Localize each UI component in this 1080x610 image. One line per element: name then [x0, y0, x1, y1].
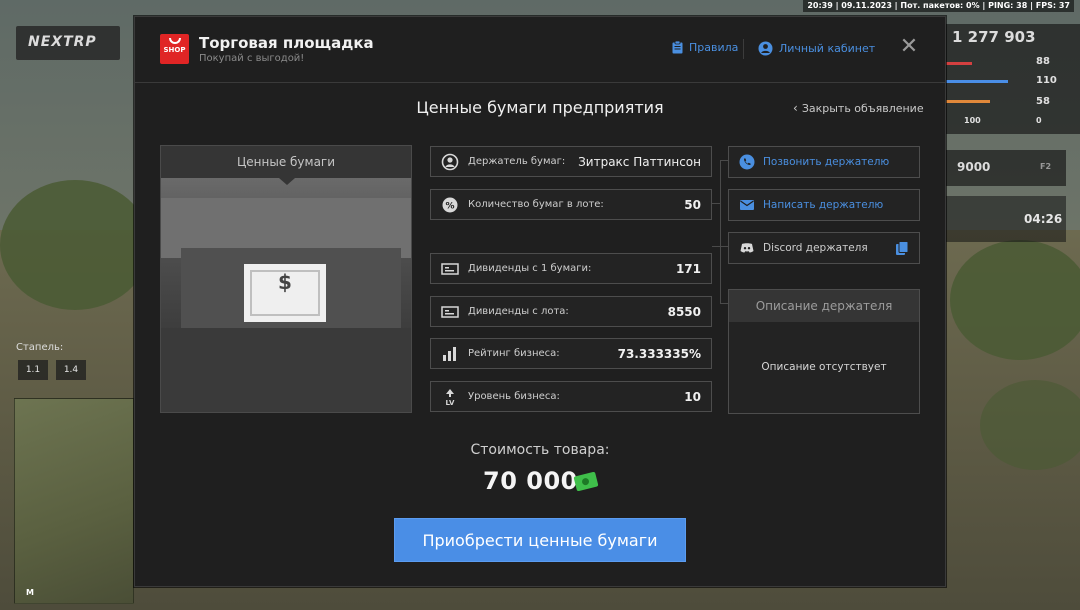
- close-ad-label: Закрыть объявление: [801, 102, 924, 115]
- certificate-icon: $: [244, 264, 326, 322]
- hud-stat-health: 88: [1036, 56, 1050, 67]
- clipboard-icon: [672, 41, 683, 54]
- hud-timer: 04:26: [1024, 212, 1063, 226]
- banknote-icon: [441, 262, 459, 275]
- connector-line: [720, 303, 728, 304]
- dividend-lot-row: Дивиденды с лота: 8550: [430, 296, 712, 327]
- marketplace-modal: SHOP Торговая площадка Покупай с выгодой…: [134, 16, 946, 587]
- business-level-value: 10: [684, 389, 701, 404]
- caption-notch: [279, 178, 295, 185]
- health-bar: [946, 62, 972, 65]
- holder-value: Зитракс Паттинсон: [578, 154, 701, 169]
- rules-link[interactable]: Правила: [672, 41, 738, 54]
- banknote-icon: [441, 305, 459, 318]
- phone-icon: [739, 154, 755, 170]
- holder-description-text: Описание отсутствует: [761, 361, 887, 373]
- speed-chip: 1.4: [56, 360, 86, 380]
- level-icon: LV: [446, 388, 455, 406]
- close-ad-link[interactable]: ‹ Закрыть объявление: [793, 101, 924, 115]
- hud-stat-wanted: 0: [1036, 116, 1042, 125]
- business-level-row: LV Уровень бизнеса: 10: [430, 381, 712, 412]
- connector-line: [720, 160, 721, 303]
- user-icon: [441, 153, 459, 170]
- header-divider: [743, 39, 744, 59]
- hud-money: 1 277 903: [952, 28, 1036, 46]
- hud-stat-hunger: 58: [1036, 96, 1050, 107]
- server-logo: NEXTRP: [16, 26, 120, 60]
- dividend-lot-value: 8550: [667, 304, 701, 319]
- tree: [0, 180, 150, 310]
- price-value: 70 000: [483, 467, 578, 495]
- lot-count-label: Количество бумаг в лоте:: [468, 199, 604, 210]
- dividend-lot-label: Дивиденды с лота:: [468, 306, 569, 317]
- close-icon[interactable]: ✕: [899, 36, 919, 58]
- svg-text:LV: LV: [446, 399, 455, 406]
- securities-image: $: [161, 178, 411, 412]
- mail-icon: [740, 200, 754, 210]
- percent-badge-icon: %: [442, 197, 458, 212]
- call-holder-button[interactable]: Позвонить держателю: [728, 146, 920, 178]
- status-line: 20:39 | 09.11.2023 | Пот. пакетов: 0% | …: [803, 0, 1074, 12]
- connector-line: [712, 246, 728, 247]
- lot-count-value: 50: [684, 197, 701, 212]
- shopping-bag-icon: [168, 38, 181, 44]
- message-holder-label: Написать держателю: [763, 199, 884, 211]
- building: [161, 328, 411, 412]
- chevron-left-icon: ‹: [793, 101, 798, 115]
- call-holder-label: Позвонить держателю: [763, 156, 890, 168]
- copy-icon[interactable]: [895, 240, 909, 256]
- shop-title: Торговая площадка: [199, 34, 374, 52]
- tree: [980, 380, 1080, 470]
- holder-description-panel: Описание держателя Описание отсутствует: [728, 289, 920, 414]
- dividend-per-share-value: 171: [675, 261, 701, 276]
- dollar-icon: $: [278, 270, 292, 294]
- armor-bar: [946, 80, 1008, 83]
- hud-stat-stamina: 110: [1036, 75, 1057, 86]
- account-icon: [758, 41, 773, 56]
- hud-cash: 9000: [957, 160, 991, 174]
- business-rating-row: Рейтинг бизнеса: 73.333335%: [430, 338, 712, 369]
- connector-line: [712, 203, 720, 204]
- lot-count-row: % Количество бумаг в лоте: 50: [430, 189, 712, 220]
- svg-text:%: %: [445, 201, 454, 211]
- hud-key-hint: F2: [1040, 162, 1052, 171]
- business-rating-value: 73.333335%: [617, 346, 701, 361]
- business-rating-label: Рейтинг бизнеса:: [468, 348, 560, 359]
- connector-line: [720, 160, 728, 161]
- chart-icon: [443, 346, 456, 361]
- buy-securities-button[interactable]: Приобрести ценные бумаги: [394, 518, 686, 562]
- discord-holder-label: Discord держателя: [763, 242, 868, 254]
- shop-logo: SHOP: [160, 34, 189, 64]
- hunger-bar: [946, 100, 990, 103]
- dividend-per-share-label: Дивиденды с 1 бумаги:: [468, 263, 592, 274]
- discord-holder-row[interactable]: Discord держателя: [728, 232, 920, 264]
- hud-stat-armor: 100: [964, 116, 981, 125]
- image-caption: Ценные бумаги: [236, 155, 336, 169]
- holder-label: Держатель бумаг:: [468, 156, 566, 167]
- minimap-marker: M: [26, 588, 34, 597]
- holder-description-title: Описание держателя: [729, 290, 919, 322]
- rules-label: Правила: [689, 41, 739, 54]
- tree: [950, 240, 1080, 360]
- cabinet-label: Личный кабинет: [779, 42, 876, 55]
- message-holder-button[interactable]: Написать держателю: [728, 189, 920, 221]
- minimap: [14, 398, 134, 604]
- shop-subtitle: Покупай с выгодой!: [199, 53, 305, 64]
- listing-image-panel: Ценные бумаги $: [160, 145, 412, 413]
- speed-chip: 1.1: [18, 360, 48, 380]
- speed-label: Стапель:: [16, 342, 64, 353]
- discord-icon: [740, 243, 754, 253]
- price-label: Стоимость товара:: [470, 442, 610, 458]
- business-level-label: Уровень бизнеса:: [468, 391, 560, 402]
- dividend-per-share-row: Дивиденды с 1 бумаги: 171: [430, 253, 712, 284]
- holder-row: Держатель бумаг: Зитракс Паттинсон: [430, 146, 712, 177]
- image-caption-bar: Ценные бумаги: [161, 146, 411, 185]
- cabinet-link[interactable]: Личный кабинет: [758, 41, 875, 56]
- modal-header: SHOP Торговая площадка Покупай с выгодой…: [135, 17, 945, 83]
- shop-logo-text: SHOP: [163, 46, 186, 54]
